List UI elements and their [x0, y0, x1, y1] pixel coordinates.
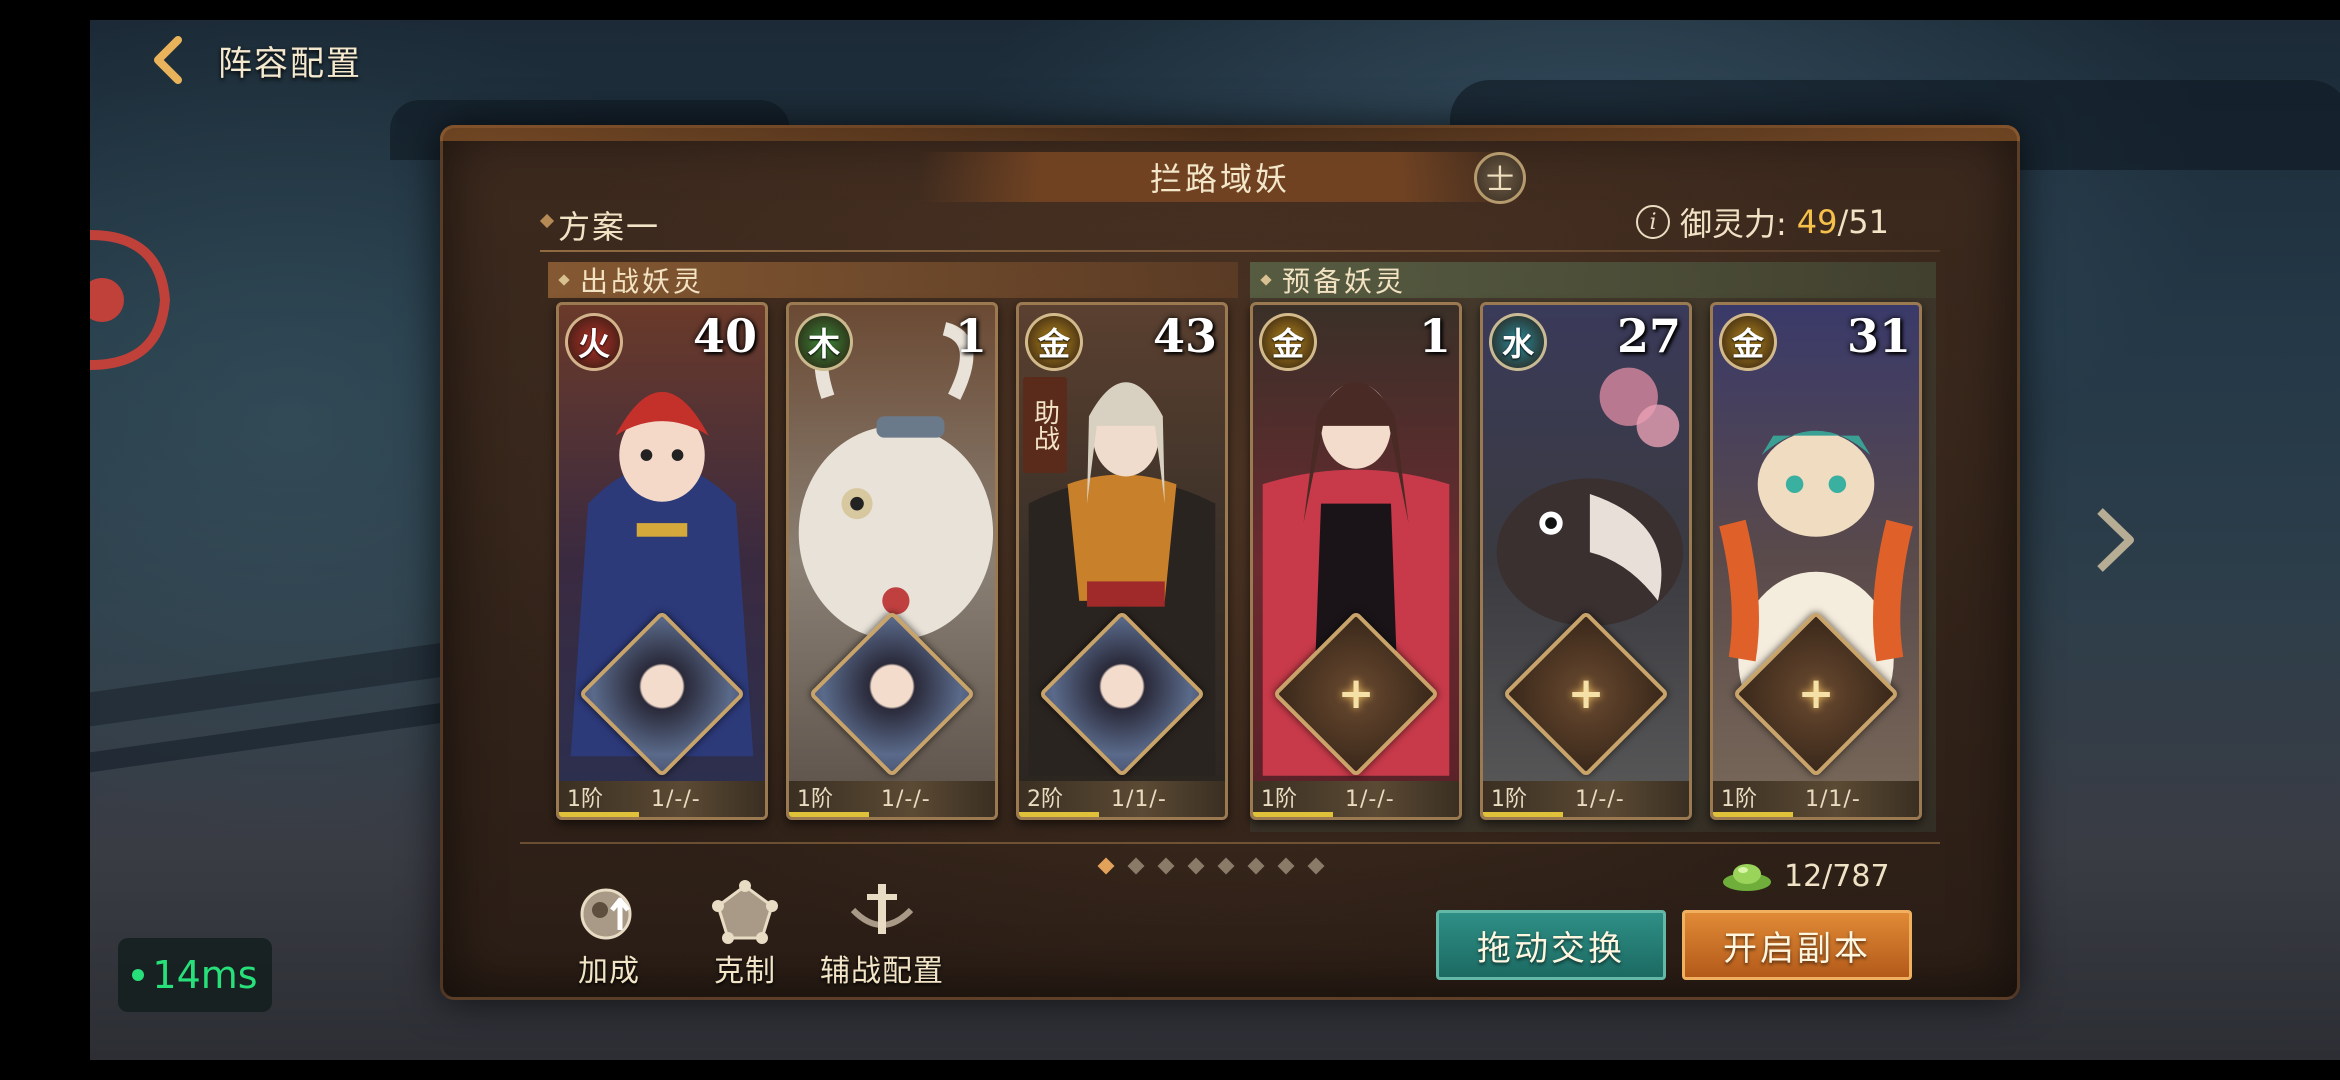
counter-icon [712, 880, 778, 944]
page-title: 阵容配置 [218, 44, 362, 84]
support-config-button[interactable]: 辅战配置 [820, 880, 944, 990]
battle-section-header: 出战妖灵 [548, 262, 1238, 298]
start-dungeon-button[interactable]: 开启副本 [1682, 910, 1912, 980]
page-dot[interactable] [1127, 857, 1145, 875]
support-config-label: 辅战配置 [820, 954, 944, 989]
page-indicator [1097, 857, 1325, 875]
stage-header: 拦路域妖 [920, 152, 1520, 202]
stage-rank-badge[interactable]: 士 [1474, 152, 1526, 204]
card-info-bar: 1阶 1/1/- [1713, 781, 1919, 817]
back-button[interactable] [140, 30, 200, 90]
card-info-bar: 1阶 1/-/- [559, 781, 765, 817]
bottom-divider [520, 842, 1940, 844]
jade-count: 12/787 [1784, 858, 1890, 894]
spirit-tier: 1阶 [559, 781, 639, 817]
power-max: 51 [1848, 203, 1890, 241]
power-separator: / [1837, 203, 1849, 241]
assist-tag: 助战 [1023, 377, 1067, 473]
page-dot[interactable] [1277, 857, 1295, 875]
spirit-card[interactable]: 木 1 1阶 1/-/- [786, 302, 998, 820]
back-arrow-icon [154, 36, 182, 84]
reserve-section-header: 预备妖灵 [1250, 262, 1936, 298]
drag-swap-button[interactable]: 拖动交换 [1436, 910, 1666, 980]
counter-label: 克制 [714, 954, 776, 989]
support-config-icon [850, 884, 914, 934]
side-menu-tab[interactable] [90, 225, 170, 375]
spirit-tier: 1阶 [1253, 781, 1333, 817]
card-info-bar: 1阶 1/-/- [1483, 781, 1689, 817]
next-page-arrow-icon[interactable] [2090, 505, 2140, 575]
page-dot[interactable] [1247, 857, 1265, 875]
spirit-tier: 2阶 [1019, 781, 1099, 817]
spirit-stats: 1/-/- [1345, 786, 1395, 812]
spirit-tier: 1阶 [1713, 781, 1793, 817]
plan-divider [540, 250, 1940, 252]
jade-resource: 12/787 [1720, 858, 1890, 894]
stage-title: 拦路域妖 [1149, 160, 1290, 198]
element-badge: 金 [1259, 313, 1317, 371]
jade-icon [1723, 864, 1771, 891]
spirit-level: 31 [1846, 309, 1911, 363]
card-info-bar: 1阶 1/-/- [1253, 781, 1459, 817]
element-badge: 火 [565, 313, 623, 371]
spirit-stats: 1/-/- [881, 786, 931, 812]
add-partner-plus-icon[interactable]: + [1566, 672, 1606, 716]
plan-name[interactable]: 方案一 [558, 202, 660, 248]
spirit-card[interactable]: 火 40 1阶 1/-/- [556, 302, 768, 820]
spirit-level: 1 [1418, 309, 1451, 363]
element-badge: 木 [795, 313, 853, 371]
spirit-stats: 1/-/- [651, 786, 701, 812]
spirit-stats: 1/1/- [1805, 786, 1861, 812]
spirit-level: 27 [1616, 309, 1681, 363]
page-dot[interactable] [1307, 857, 1325, 875]
add-partner-plus-icon[interactable]: + [1796, 672, 1836, 716]
page-dot[interactable] [1097, 857, 1115, 875]
boost-button[interactable]: 加成 [570, 880, 648, 990]
element-badge: 金 [1025, 313, 1083, 371]
card-info-bar: 1阶 1/-/- [789, 781, 995, 817]
counter-button[interactable]: 克制 [706, 880, 784, 990]
boost-icon [580, 888, 632, 940]
latency-value: 14ms [152, 953, 258, 997]
power-current: 49 [1796, 203, 1838, 241]
spirit-tier: 1阶 [1483, 781, 1563, 817]
network-latency: 14ms [118, 938, 272, 1012]
power-label: 御灵力: [1680, 205, 1787, 243]
spirit-card[interactable]: 金 43 助战 2阶 1/1/- [1016, 302, 1228, 820]
spirit-level: 1 [954, 309, 987, 363]
spirit-power: i 御灵力: 49/51 [1636, 202, 1890, 243]
spirit-stats: 1/1/- [1111, 786, 1167, 812]
panel-frame [440, 125, 2020, 141]
element-badge: 金 [1719, 313, 1777, 371]
spirit-tier: 1阶 [789, 781, 869, 817]
info-icon[interactable]: i [1636, 205, 1670, 239]
boost-label: 加成 [578, 954, 640, 989]
spirit-card[interactable]: 水 27 +1阶 1/-/- [1480, 302, 1692, 820]
latency-dot-icon [132, 969, 145, 981]
page-dot[interactable] [1217, 857, 1235, 875]
spirit-stats: 1/-/- [1575, 786, 1625, 812]
page-dot[interactable] [1187, 857, 1205, 875]
spirit-card[interactable]: 金 31 +1阶 1/1/- [1710, 302, 1922, 820]
spirit-card[interactable]: 金 1 +1阶 1/-/- [1250, 302, 1462, 820]
spirit-level: 43 [1152, 309, 1217, 363]
card-info-bar: 2阶 1/1/- [1019, 781, 1225, 817]
add-partner-plus-icon[interactable]: + [1336, 672, 1376, 716]
element-badge: 水 [1489, 313, 1547, 371]
spirit-level: 40 [692, 309, 757, 363]
page-dot[interactable] [1157, 857, 1175, 875]
